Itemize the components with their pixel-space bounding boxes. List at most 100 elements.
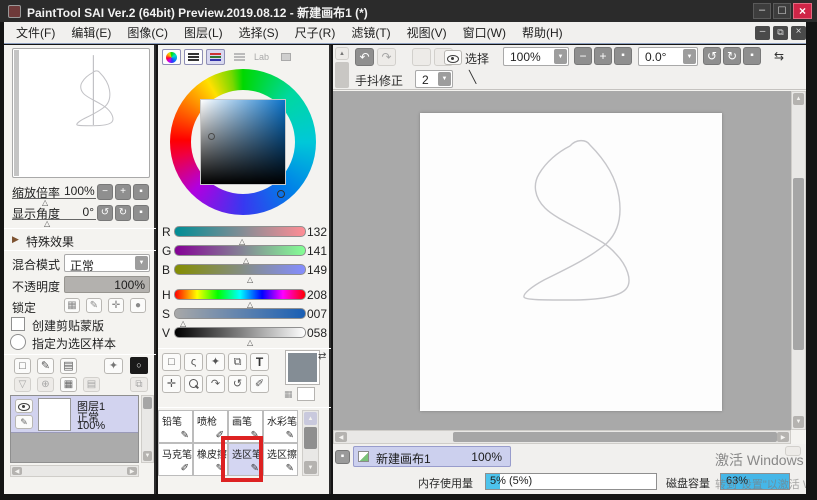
zoom-tool-icon[interactable] <box>184 375 203 393</box>
canvas-hscrollbar[interactable]: ◀ ▶ <box>333 430 791 444</box>
merge-down-icon[interactable]: ⊕ <box>37 377 54 392</box>
swap-colors-icon[interactable]: ⇄ <box>318 351 326 362</box>
new-folder-icon[interactable]: ▤ <box>60 358 77 374</box>
scroll-right-icon[interactable]: ▶ <box>777 432 789 442</box>
maximize-button[interactable]: ☐ <box>773 3 791 19</box>
tool-marker[interactable]: 马克笔 ✐ <box>158 443 193 476</box>
channel-b-slider[interactable] <box>174 264 306 275</box>
secondary-color-swatch[interactable] <box>297 387 315 401</box>
scroll-down-icon[interactable]: ▼ <box>793 416 804 428</box>
menu-help[interactable]: 帮助(H) <box>514 21 571 44</box>
reset-view-icon[interactable]: ↺ <box>228 375 247 393</box>
flip-view-button[interactable]: ⇆ <box>769 47 789 65</box>
child-close-button[interactable]: × <box>791 26 806 40</box>
menu-layer[interactable]: 图层(L) <box>176 21 231 44</box>
text-tool-icon[interactable]: T <box>250 353 269 371</box>
new-pen-layer-icon[interactable]: ✎ <box>37 358 54 374</box>
tab-list-button[interactable]: ▪ <box>335 450 350 464</box>
selection-source-radio[interactable] <box>10 334 26 350</box>
lock-all-icon[interactable]: ● <box>130 298 146 313</box>
menu-file[interactable]: 文件(F) <box>8 21 63 44</box>
magic-wand-icon[interactable]: ✦ <box>206 353 225 371</box>
scroll-down-icon[interactable]: ▼ <box>143 451 152 461</box>
tool-watercolor[interactable]: 水彩笔 ✎ <box>263 410 298 443</box>
tool-history-back-button[interactable] <box>412 48 431 66</box>
panel-collapse-button[interactable]: ▲ <box>335 47 349 60</box>
menu-filter[interactable]: 滤镜(T) <box>343 21 398 44</box>
rotate-ccw-button[interactable]: ↺ <box>97 205 113 221</box>
view-rotate-ccw-button[interactable]: ↺ <box>703 47 721 65</box>
layer-mask-icon[interactable]: ○ <box>130 357 148 374</box>
expand-icon[interactable]: ▶ <box>12 234 19 245</box>
menu-select[interactable]: 选择(S) <box>231 21 287 44</box>
scroll-left-icon[interactable]: ◀ <box>335 432 347 442</box>
navigator-angle-slider[interactable] <box>12 219 96 220</box>
canvas-tab[interactable]: 新建画布1 100% <box>353 446 511 467</box>
channel-v-slider[interactable] <box>174 327 306 338</box>
rect-select-icon[interactable]: □ <box>162 353 181 371</box>
tab-hsv-sliders[interactable] <box>230 49 249 65</box>
lasso-icon[interactable]: ς <box>184 353 203 371</box>
panel-grip[interactable] <box>335 62 349 88</box>
scroll-up-icon[interactable]: ▲ <box>304 412 317 425</box>
chevron-down-icon[interactable]: ▼ <box>438 72 451 86</box>
sv-cursor[interactable] <box>208 133 215 140</box>
selection-visibility-button[interactable] <box>444 50 462 65</box>
chevron-down-icon[interactable]: ▼ <box>554 49 567 64</box>
tool-pencil[interactable]: 铅笔 ✎ <box>158 410 193 443</box>
tab-rgb-sliders[interactable] <box>184 49 203 65</box>
zoom-in-button[interactable]: + <box>115 184 131 200</box>
scroll-up-icon[interactable]: ▲ <box>793 93 804 105</box>
chevron-down-icon[interactable]: ▼ <box>135 256 148 270</box>
tab-swatches[interactable] <box>276 49 295 65</box>
new-layer-icon[interactable]: □ <box>14 358 31 374</box>
scroll-left-icon[interactable]: ◀ <box>12 467 22 475</box>
transfer-down-icon[interactable]: ▽ <box>14 377 31 392</box>
layer-wand-icon[interactable]: ✦ <box>104 358 123 374</box>
view-zoom-reset-button[interactable]: ▪ <box>614 47 632 65</box>
channel-g-slider[interactable] <box>174 245 306 256</box>
lock-move-icon[interactable]: ✛ <box>108 298 124 313</box>
view-rotate-cw-button[interactable]: ↻ <box>723 47 741 65</box>
stabilizer-select[interactable]: 2 ▼ <box>415 70 453 88</box>
canvas-viewport[interactable] <box>333 91 791 430</box>
view-zoom-in-button[interactable]: + <box>594 47 612 65</box>
child-restore-button[interactable]: ⧉ <box>773 26 788 40</box>
layer-row[interactable]: ✎ 图层1 正常 100% <box>11 396 138 433</box>
layer-visibility-button[interactable] <box>15 399 33 413</box>
menu-image[interactable]: 图像(C) <box>119 21 176 44</box>
primary-color-swatch[interactable] <box>285 350 320 385</box>
layer-paint-button[interactable]: ✎ <box>15 415 33 429</box>
scroll-right-icon[interactable]: ▶ <box>127 467 137 475</box>
tab-mixed-sliders[interactable] <box>206 49 225 65</box>
clear-layer-icon[interactable]: ▦ <box>60 377 77 392</box>
tab-color-wheel[interactable] <box>162 49 181 65</box>
canvas-vscrollbar[interactable]: ▲ ▼ <box>791 91 806 430</box>
lock-pencil-icon[interactable]: ✎ <box>86 298 102 313</box>
opacity-slider[interactable]: 100% <box>64 276 150 293</box>
move-tool-icon[interactable]: ✛ <box>162 375 181 393</box>
rotate-reset-button[interactable]: ▪ <box>133 205 149 221</box>
duplicate-layer-icon[interactable]: ⧉ <box>130 377 148 392</box>
zoom-out-button[interactable]: − <box>97 184 113 200</box>
channel-h-slider[interactable] <box>174 289 306 300</box>
view-zoom-out-button[interactable]: − <box>574 47 592 65</box>
layer-list-vscrollbar[interactable]: ▼ <box>141 395 154 463</box>
sv-square[interactable] <box>200 99 286 185</box>
delete-layer-icon[interactable]: ▤ <box>83 377 100 392</box>
view-zoom-select[interactable]: 100% ▼ <box>503 47 569 66</box>
transparent-checker-icon[interactable]: ▦ <box>284 389 293 400</box>
blend-mode-select[interactable]: 正常 ▼ <box>64 254 150 273</box>
navigator-angle-marker[interactable]: △ <box>44 220 50 228</box>
rotate-cw-button[interactable]: ↻ <box>115 205 131 221</box>
undo-button[interactable]: ↶ <box>355 48 374 66</box>
eyedropper-icon[interactable]: ✐ <box>250 375 269 393</box>
canvas-document[interactable] <box>420 113 722 411</box>
view-angle-select[interactable]: 0.0° ▼ <box>638 47 698 66</box>
channel-r-slider[interactable] <box>174 226 306 237</box>
menu-edit[interactable]: 编辑(E) <box>63 21 119 44</box>
scroll-down-icon[interactable]: ▼ <box>304 461 317 474</box>
menu-view[interactable]: 视图(V) <box>399 21 455 44</box>
lock-opacity-icon[interactable]: ▦ <box>64 298 80 313</box>
redo-button[interactable]: ↷ <box>377 48 396 66</box>
